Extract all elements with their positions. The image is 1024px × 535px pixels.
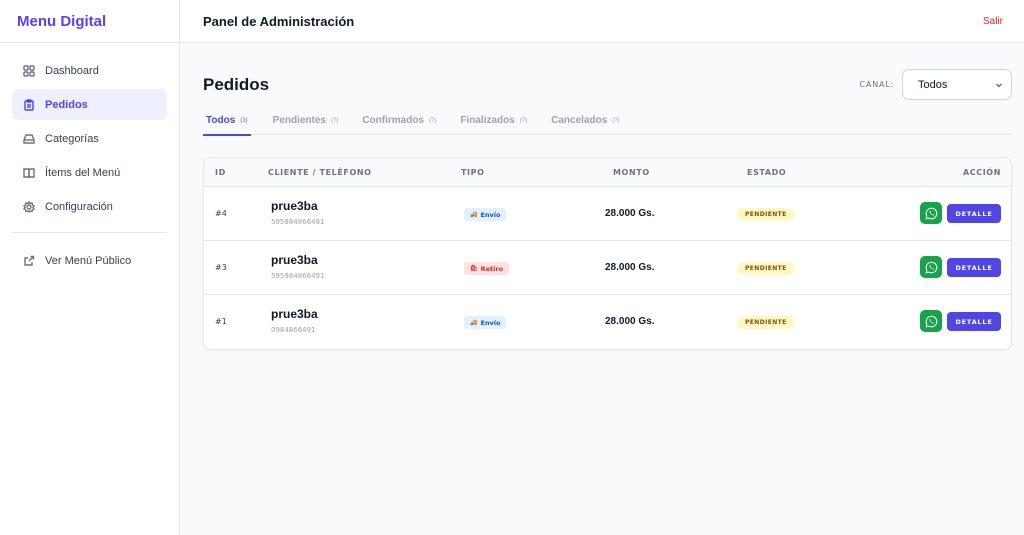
channel-label: CANAL: (859, 80, 894, 89)
type-label: Retiro (480, 264, 504, 273)
sidebar-item-configuracion[interactable]: Configuración (12, 191, 167, 222)
detail-button[interactable]: DETALLE (947, 312, 1001, 331)
brand-logo[interactable]: Menu Digital (0, 0, 179, 43)
channel-select[interactable]: Todos (902, 69, 1012, 100)
external-link-icon (23, 255, 35, 267)
sidebar-item-pedidos[interactable]: Pedidos (12, 89, 167, 120)
detail-button[interactable]: DETALLE (947, 258, 1001, 277)
column-header-amount: MONTO (613, 168, 650, 177)
client-phone: 0984866491 (271, 326, 316, 334)
sidebar-item-label: Configuración (45, 200, 113, 213)
status-badge: PENDIENTE (737, 208, 795, 221)
main-content: Pedidos CANAL: Todos Todos (3) Pendiente… (203, 43, 1012, 350)
tab-confirmados[interactable]: Confirmados (?) (362, 115, 436, 135)
client-phone: 595984866491 (271, 272, 325, 280)
order-amount: 28.000 Gs. (605, 262, 655, 273)
column-header-id: ID (215, 168, 226, 177)
sidebar-item-dashboard[interactable]: Dashboard (12, 55, 167, 86)
logout-button[interactable]: Salir (983, 16, 1003, 27)
table-row: #1 prue3ba 0984866491 🚚 Envío 28.000 Gs. … (204, 295, 1011, 349)
table-row: #4 prue3ba 595984866491 🚚 Envío 28.000 Gs… (204, 187, 1011, 241)
whatsapp-button[interactable] (920, 310, 942, 332)
sidebar-item-label: Dashboard (45, 64, 99, 77)
order-amount: 28.000 Gs. (605, 208, 655, 219)
tab-label: Finalizados (460, 115, 515, 126)
whatsapp-button[interactable] (920, 202, 942, 224)
type-badge: 🚚 Envío (464, 316, 507, 329)
table-row: #3 prue3ba 595984866491 🛍 Retiro 28.000 G… (204, 241, 1011, 295)
order-id: #4 (215, 209, 227, 218)
detail-button[interactable]: DETALLE (947, 204, 1001, 223)
type-label: Envío (480, 210, 501, 219)
truck-icon: 🚚 (470, 319, 478, 326)
book-icon (23, 167, 35, 179)
sidebar-nav: Dashboard Pedidos Categorías Ítems del M… (0, 43, 179, 276)
sidebar: Menu Digital Dashboard Pedidos Categoría… (0, 0, 180, 535)
type-badge: 🛍 Retiro (464, 262, 510, 275)
page-header: Pedidos CANAL: Todos (203, 43, 1012, 123)
client-name: prue3ba (271, 199, 318, 213)
gear-icon (23, 200, 35, 213)
status-tabs: Todos (3) Pendientes (?) Confirmados (?)… (203, 115, 1012, 136)
sidebar-item-label: Pedidos (45, 98, 88, 111)
tab-count: (?) (428, 118, 437, 124)
client-name: prue3ba (271, 253, 318, 267)
tab-pendientes[interactable]: Pendientes (?) (273, 115, 339, 135)
order-id: #3 (215, 263, 227, 272)
column-header-status: ESTADO (747, 168, 787, 177)
sidebar-item-label: Ítems del Menú (45, 166, 121, 179)
header-title: Panel de Administración (203, 13, 355, 29)
sidebar-item-ver-menu-publico[interactable]: Ver Menú Público (12, 245, 167, 276)
sidebar-item-categorias[interactable]: Categorías (12, 123, 167, 154)
tray-icon (23, 133, 35, 145)
tab-label: Pendientes (272, 115, 326, 126)
channel-filter: CANAL: Todos (860, 69, 1012, 100)
order-id: #1 (215, 317, 227, 326)
type-label: Envío (480, 318, 501, 327)
sidebar-divider (12, 232, 167, 233)
chevron-down-icon (995, 82, 1003, 88)
tab-label: Todos (206, 115, 236, 126)
column-header-type: TIPO (461, 168, 485, 177)
channel-select-value: Todos (918, 78, 948, 91)
top-bar: Panel de Administración Salir (180, 0, 1024, 43)
table-header: ID CLIENTE / TELÉFONO TIPO MONTO ESTADO … (204, 158, 1011, 187)
type-badge: 🚚 Envío (464, 208, 507, 221)
sidebar-item-label: Ver Menú Público (45, 254, 132, 267)
tab-finalizados[interactable]: Finalizados (?) (460, 115, 527, 135)
orders-table: ID CLIENTE / TELÉFONO TIPO MONTO ESTADO … (203, 157, 1012, 350)
whatsapp-icon (925, 207, 937, 219)
tab-todos[interactable]: Todos (3) (203, 115, 251, 136)
order-amount: 28.000 Gs. (605, 316, 655, 327)
status-badge: PENDIENTE (737, 262, 795, 275)
whatsapp-icon (925, 261, 937, 273)
tab-label: Confirmados (362, 115, 424, 126)
clipboard-icon (23, 98, 35, 111)
whatsapp-button[interactable] (920, 256, 942, 278)
truck-icon: 🚚 (470, 211, 478, 218)
tab-count: (?) (519, 118, 528, 124)
tab-count: (?) (612, 118, 620, 124)
shopping-bag-icon: 🛍 (470, 265, 478, 272)
tab-label: Cancelados (551, 115, 608, 126)
column-header-action: ACCIÓN (962, 168, 1001, 177)
sidebar-item-items-menu[interactable]: Ítems del Menú (12, 157, 167, 188)
column-header-client: CLIENTE / TELÉFONO (268, 168, 372, 177)
client-name: prue3ba (271, 307, 318, 321)
grid-icon (23, 64, 35, 77)
sidebar-item-label: Categorías (45, 132, 99, 145)
whatsapp-icon (925, 315, 937, 327)
tab-cancelados[interactable]: Cancelados (?) (551, 115, 619, 135)
client-phone: 595984866491 (271, 218, 325, 226)
page-title: Pedidos (203, 74, 270, 94)
tab-count: (?) (330, 118, 339, 124)
tab-count: (3) (240, 118, 248, 124)
status-badge: PENDIENTE (737, 316, 795, 329)
